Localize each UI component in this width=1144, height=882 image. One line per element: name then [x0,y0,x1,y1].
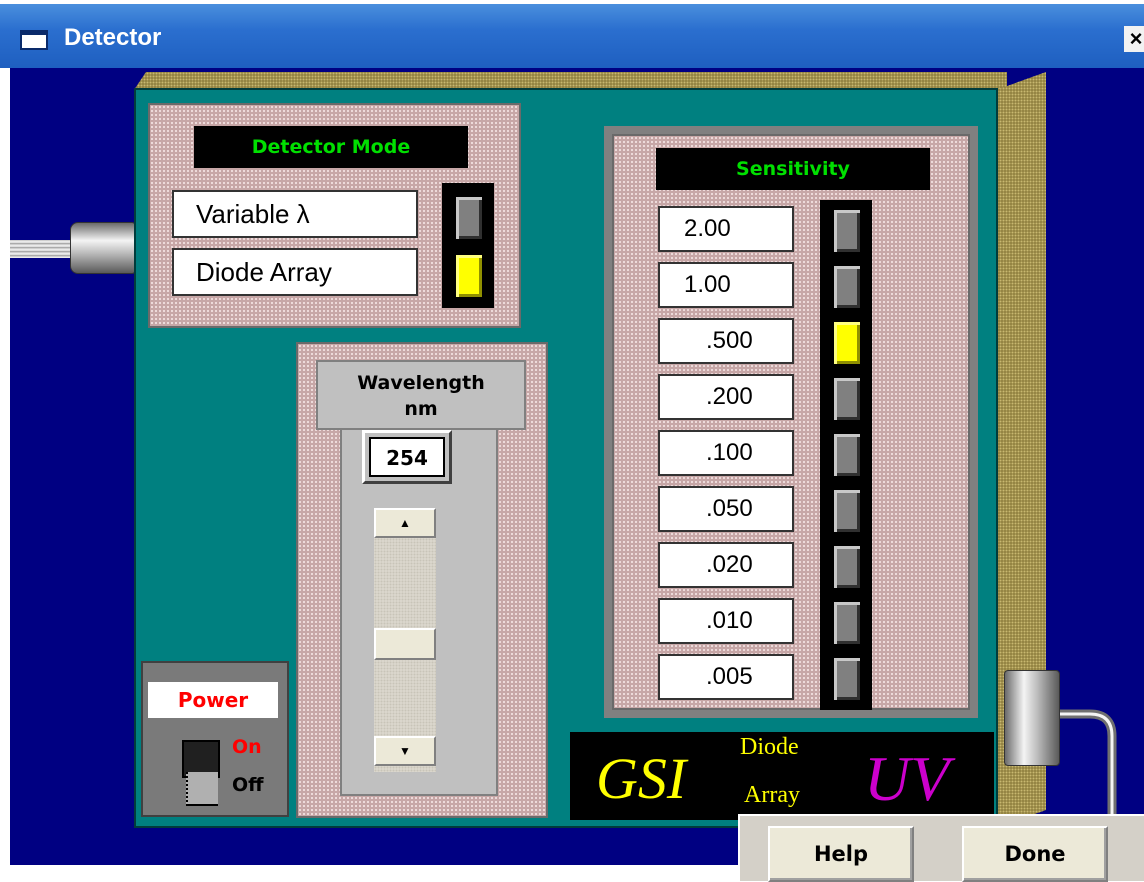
sensitivity-option[interactable]: 2.00 [658,206,794,252]
logo-brand: GSI [596,746,687,811]
scroll-up-button[interactable]: ▲ [374,508,436,538]
power-label: Power [148,682,278,718]
inlet-fitting-icon [70,222,136,274]
mode-toggle-diode-array[interactable] [454,253,484,299]
done-button[interactable]: Done [962,826,1108,882]
sensitivity-toggle[interactable] [832,264,862,310]
wavelength-value[interactable]: 254 [369,437,445,477]
mode-option-diode-array[interactable]: Diode Array [172,248,418,296]
wavelength-value-frame: 254 [362,430,452,484]
wavelength-title: Wavelength nm [316,360,526,430]
window-title: Detector [64,24,162,51]
sensitivity-option[interactable]: 1.00 [658,262,794,308]
sensitivity-toggle[interactable] [832,320,862,366]
sensitivity-option[interactable]: .005 [658,654,794,700]
scroll-down-button[interactable]: ▼ [374,736,436,766]
sensitivity-switch-rack [820,200,872,710]
sensitivity-toggle[interactable] [832,656,862,702]
logo-suffix: UV [864,743,950,814]
outlet-fitting-icon [1004,670,1060,766]
title-bar [0,0,1144,68]
mode-option-variable[interactable]: Variable λ [172,190,418,238]
sensitivity-option[interactable]: .100 [658,430,794,476]
sensitivity-title: Sensitivity [656,148,930,190]
sensitivity-toggle[interactable] [832,600,862,646]
sensitivity-option[interactable]: .500 [658,318,794,364]
sensitivity-option[interactable]: .200 [658,374,794,420]
power-on-label: On [232,736,262,758]
sensitivity-option[interactable]: .050 [658,486,794,532]
sensitivity-toggle[interactable] [832,208,862,254]
sensitivity-option[interactable]: .010 [658,598,794,644]
power-off-label: Off [232,774,264,796]
help-button[interactable]: Help [768,826,914,882]
sensitivity-toggle[interactable] [832,432,862,478]
wavelength-title-line1: Wavelength [357,372,485,394]
sensitivity-toggle[interactable] [832,544,862,590]
sensitivity-option[interactable]: .020 [658,542,794,588]
scroll-thumb[interactable] [374,628,436,660]
window-icon [20,30,48,50]
sensitivity-toggle[interactable] [832,376,862,422]
mode-toggle-variable[interactable] [454,195,484,241]
logo-line1: Diode [740,734,799,760]
detector-mode-title: Detector Mode [194,126,468,168]
mode-switch-rack [442,183,494,308]
power-switch[interactable] [182,740,232,806]
wavelength-unit: nm [404,398,438,420]
power-switch-base [186,772,218,806]
logo-line2: Array [744,782,800,808]
close-button[interactable]: × [1124,26,1144,52]
sensitivity-toggle[interactable] [832,488,862,534]
